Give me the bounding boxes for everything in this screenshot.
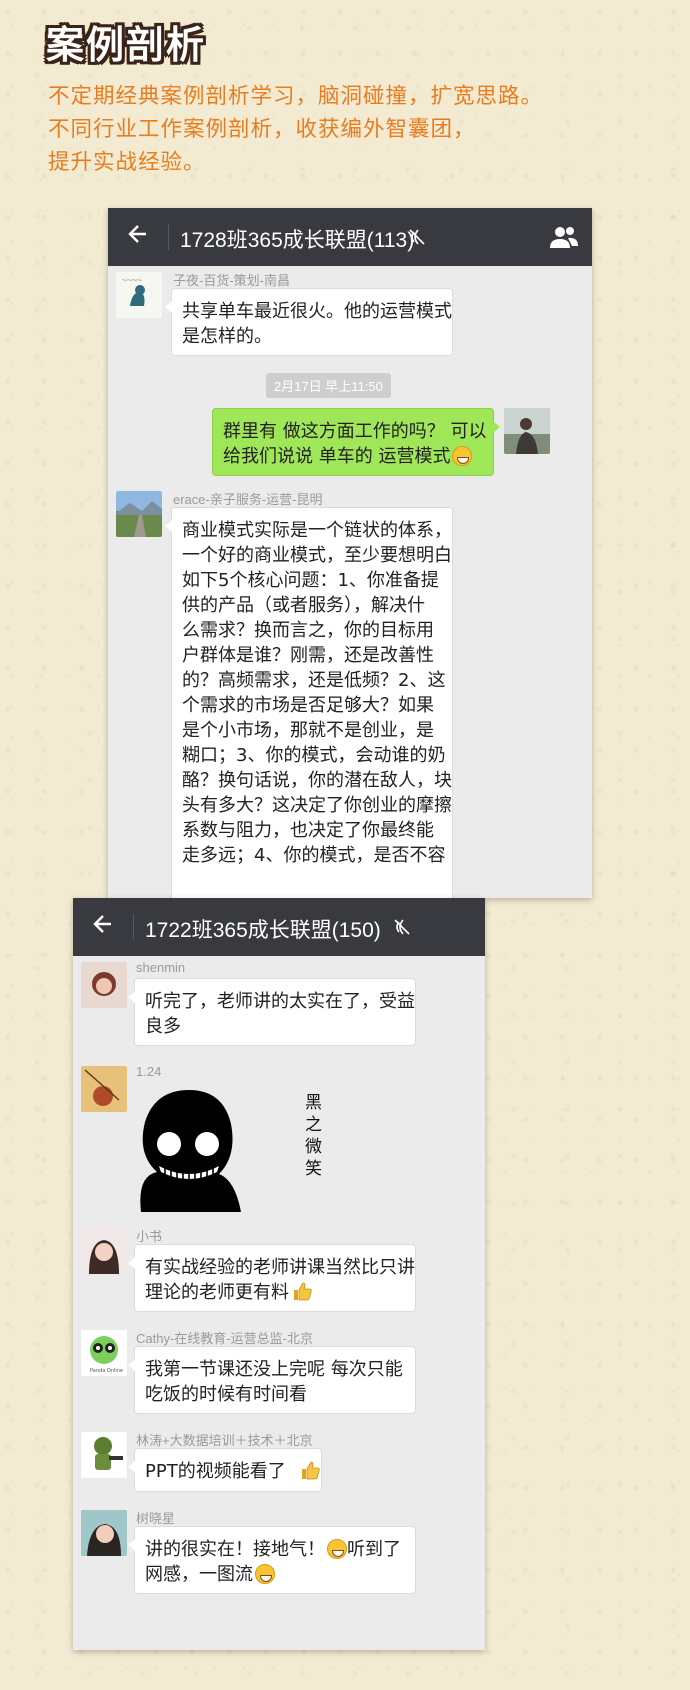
sender-name: 林涛+大数据培训＋技术＋北京 [136, 1433, 313, 1448]
sticker-char: 黑 [305, 1093, 322, 1113]
intro-line: 不定期经典案例剖析学习，脑洞碰撞，扩宽思路。 [48, 84, 544, 109]
thumbs-up-emoji-icon [291, 1280, 313, 1302]
message-bubble[interactable]: 商业模式实际是一个链状的体系， 一个好的商业模式，至少要想明白 如下5个核心问题… [165, 507, 453, 898]
sender-name: 树晓星 [136, 1511, 176, 1526]
message-line: 给我们说说 单车的 运营模式 [223, 446, 451, 467]
message-line: 是怎样的。 [182, 326, 272, 347]
message-line: 的？高频需求，还是低频？2、这 [182, 670, 446, 691]
avatar[interactable] [81, 1432, 127, 1478]
sender-name: 1.24 [136, 1064, 162, 1079]
sticker-char: 之 [305, 1115, 322, 1135]
message-line: 如下5个核心问题：1、你准备提 [182, 570, 439, 591]
message-line: 共享单车最近很火。他的运营模式 [182, 301, 452, 322]
message-bubble[interactable]: PPT的视频能看了 [128, 1448, 322, 1492]
message-line: 有实战经验的老师讲课当然比只讲 [145, 1257, 415, 1278]
message-bubble[interactable]: 有实战经验的老师讲课当然比只讲 理论的老师更有料 [128, 1244, 416, 1312]
message-line: 走多远；4、你的模式，是否不容 [182, 845, 446, 866]
intro-text: 不定期经典案例剖析学习，脑洞碰撞，扩宽思路。 不同行业工作案例剖析，收获编外智囊… [48, 80, 678, 179]
intro-line: 提升实战经验。 [48, 150, 206, 175]
message-line: 讲的很实在！接地气！ [145, 1539, 325, 1560]
message-line: 酪？换句话说，你的潜在敌人，块 [182, 770, 452, 791]
grin-emoji-icon [327, 1539, 347, 1559]
message-line-continued: 听到了 [347, 1539, 401, 1560]
svg-text:～～～～: ～～～～ [122, 278, 142, 284]
back-arrow-icon[interactable] [122, 222, 152, 252]
title-divider [168, 224, 169, 250]
back-arrow-icon[interactable] [87, 912, 117, 942]
avatar[interactable] [81, 1228, 127, 1274]
sender-name: 小书 [136, 1229, 163, 1244]
title-divider [133, 914, 134, 940]
message-line: 系数与阻力，也决定了你最终能 [182, 820, 434, 841]
sticker-image[interactable] [131, 1084, 261, 1214]
message-bubble-outgoing[interactable]: 群里有 做这方面工作的吗？ 可以 给我们说说 单车的 运营模式 [212, 408, 500, 476]
message-line: 糊口；3、你的模式，会动谁的奶 [182, 745, 446, 766]
svg-text:Panda Online: Panda Online [90, 1368, 123, 1374]
avatar[interactable] [81, 1066, 127, 1112]
message-line: 头有多大？这决定了你创业的摩擦 [182, 795, 452, 816]
avatar[interactable]: ～～～～ [116, 272, 162, 318]
message-bubble[interactable]: 我第一节课还没上完呢 每次只能 吃饭的时候有时间看 [128, 1346, 416, 1414]
message-line: 么需求？换而言之，你的目标用 [182, 620, 434, 641]
thumbs-up-emoji-icon [299, 1459, 321, 1481]
mute-icon [393, 918, 413, 936]
message-bubble[interactable]: 共享单车最近很火。他的运营模式 是怎样的。 [165, 288, 453, 356]
message-line: 吃饭的时候有时间看 [145, 1384, 307, 1405]
message-line: 听完了，老师讲的太实在了，受益 [145, 991, 415, 1012]
message-bubble[interactable]: 听完了，老师讲的太实在了，受益 良多 [128, 978, 416, 1046]
avatar[interactable]: Panda Online [81, 1330, 127, 1376]
chat-title: 1728班365成长联盟(113) [180, 229, 415, 252]
message-line: 良多 [145, 1016, 181, 1037]
sender-name: Cathy-在线教育-运营总监-北京 [136, 1331, 313, 1346]
message-line: 户群体是谁？刚需，还是改善性 [182, 645, 434, 666]
timestamp: 2月17日 早上11:50 [266, 373, 391, 398]
sticker-caption: 黑 之 微 笑 [305, 1092, 325, 1180]
chat-title-bar: 1728班365成长联盟(113) [108, 208, 592, 266]
message-line: 一个好的商业模式，至少要想明白 [182, 545, 452, 566]
chat-title: 1722班365成长联盟(150) [145, 919, 381, 942]
sticker-char: 笑 [305, 1159, 322, 1179]
section-title: 案例剖析 [46, 23, 207, 67]
group-members-icon[interactable] [548, 224, 580, 250]
laugh-cry-emoji-icon [255, 1564, 275, 1584]
message-bubble[interactable]: 讲的很实在！接地气！ 听到了 网感，一图流 [128, 1526, 416, 1594]
intro-line: 不同行业工作案例剖析，收获编外智囊团， [48, 117, 476, 142]
message-line: 理论的老师更有料 [145, 1282, 289, 1303]
sender-name: erace-亲子服务-运营-昆明 [173, 492, 323, 507]
avatar[interactable] [116, 491, 162, 537]
message-line: 群里有 做这方面工作的吗？ 可以 [223, 421, 487, 442]
message-line: 是个小市场，那就不是创业，是 [182, 720, 434, 741]
message-line: 商业模式实际是一个链状的体系， [182, 520, 452, 541]
grin-emoji-icon [452, 446, 473, 466]
chat-screenshot-1: 1728班365成长联盟(113) ～～～～ 子夜-百货-策划-南昌 共享单车最… [108, 208, 592, 898]
avatar[interactable] [81, 1510, 127, 1556]
chat-screenshot-2: 1722班365成长联盟(150) shenmin 听完了，老师讲的太实在了，受… [73, 898, 485, 1650]
message-line: 供的产品（或者服务），解决什 [182, 595, 425, 616]
message-line: 网感，一图流 [145, 1564, 253, 1585]
sender-name: 子夜-百货-策划-南昌 [173, 273, 290, 288]
sender-name: shenmin [136, 960, 186, 975]
avatar[interactable] [81, 962, 127, 1008]
mute-icon [408, 228, 428, 246]
chat-title-bar: 1722班365成长联盟(150) [73, 898, 485, 956]
message-line: 我第一节课还没上完呢 每次只能 [145, 1359, 403, 1380]
my-avatar[interactable] [504, 408, 550, 454]
message-line: PPT的视频能看了 [145, 1461, 286, 1482]
sticker-char: 微 [305, 1137, 322, 1157]
message-line: 个需求的市场是否足够大？如果 [182, 695, 434, 716]
